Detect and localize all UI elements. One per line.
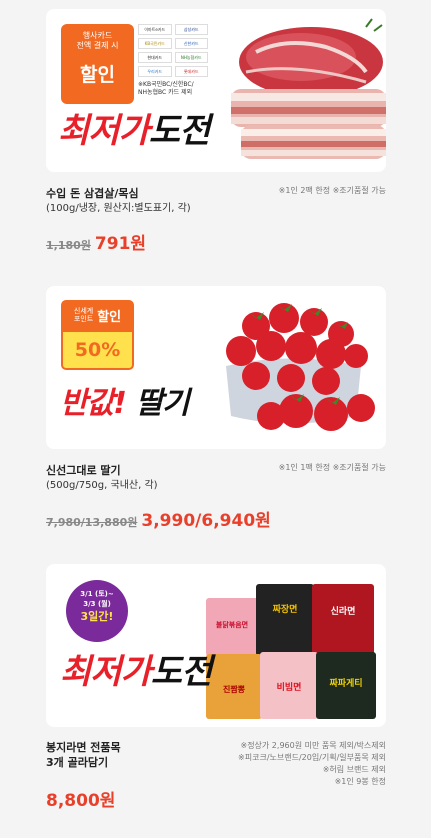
promo-banner-ramen: 3/1 (토)~ 3/3 (월) 3일간! 불닭볶음면 짜장면 신라면 진짬뽕 … bbox=[46, 564, 386, 727]
promo-headline: 최저가도전 bbox=[58, 111, 211, 151]
card-logo: 삼성카드 bbox=[174, 24, 208, 35]
headline-red-text: 반값! bbox=[60, 386, 127, 421]
percent-text: 50% bbox=[74, 339, 121, 361]
headline-black-text: 딸기 bbox=[135, 386, 189, 421]
card-logo: KB국민카드 bbox=[138, 38, 172, 49]
note-line: ※피코크/노브랜드/20입/기획/일부품목 제외 bbox=[238, 753, 386, 762]
date-badge: 3/1 (토)~ 3/3 (월) 3일간! bbox=[66, 580, 128, 642]
card-logo: 현대카드 bbox=[138, 52, 172, 63]
note-line: ※정상가 2,960원 미만 품목 제외/박스제외 bbox=[240, 741, 386, 750]
note-line: ※허림 브랜드 제외 bbox=[322, 765, 386, 774]
strawberry-image bbox=[226, 303, 375, 431]
promo-card-ramen[interactable]: 3/1 (토)~ 3/3 (월) 3일간! 불닭볶음면 짜장면 신라면 진짬뽕 … bbox=[46, 564, 386, 819]
purchase-limit-note: ※1인 1팩 한정 ※조기품절 가능 bbox=[278, 463, 386, 472]
ramen-pack: 짜장면 bbox=[256, 584, 314, 656]
purchase-limit-note: ※1인 2팩 한정 ※조기품절 가능 bbox=[278, 186, 386, 195]
card-logo: 이마트e카드 bbox=[138, 24, 172, 35]
card-discount-badge: 행사카드 전액 결제 시 할인 bbox=[61, 24, 134, 104]
price-row: 8,800원 bbox=[46, 786, 115, 811]
date-duration: 3일간! bbox=[80, 610, 114, 623]
card-exclusion-note: ※KB국민BC/신한BC/ NH농협BC 카드 제외 bbox=[138, 81, 194, 96]
promo-headline: 최저가도전 bbox=[60, 652, 213, 692]
ramen-pack: 진짬뽕 bbox=[206, 654, 262, 719]
headline-red-text: 최저가 bbox=[60, 652, 152, 692]
promo-headline: 반값! 딸기 bbox=[60, 384, 190, 424]
promo-page: 행사카드 전액 결제 시 할인 이마트e카드 삼성카드 KB국민카드 신한카드 … bbox=[0, 0, 431, 838]
badge-main-text: 할인 bbox=[97, 309, 122, 325]
original-price: 1,180원 bbox=[46, 239, 91, 252]
promo-card-strawberry[interactable]: 신세계 포인트 할인 50% 반값! 딸기 신선그대로 딸기 (500g/750… bbox=[46, 286, 386, 536]
ramen-pack: 비빔면 bbox=[260, 652, 318, 719]
badge-main-text: 할인 bbox=[80, 64, 115, 86]
point-discount-badge: 신세계 포인트 할인 bbox=[61, 300, 134, 330]
sale-price: 8,800원 bbox=[46, 791, 116, 811]
original-price: 7,980/13,880원 bbox=[46, 516, 138, 529]
ramen-pack: 불닭볶음면 bbox=[206, 598, 258, 656]
ramen-packs-image: 불닭볶음면 짜장면 신라면 진짬뽕 비빔면 짜파게티 bbox=[206, 584, 381, 719]
price-row: 1,180원 791원 bbox=[46, 229, 146, 254]
promo-banner-pork: 행사카드 전액 결제 시 할인 이마트e카드 삼성카드 KB국민카드 신한카드 … bbox=[46, 9, 386, 172]
pork-belly-image bbox=[231, 18, 386, 159]
promo-banner-strawberry: 신세계 포인트 할인 50% 반값! 딸기 bbox=[46, 286, 386, 449]
badge-top-text: 신세계 포인트 bbox=[73, 307, 94, 323]
promo-card-pork[interactable]: 행사카드 전액 결제 시 할인 이마트e카드 삼성카드 KB국민카드 신한카드 … bbox=[46, 9, 386, 259]
date-end: 3/3 (월) bbox=[83, 600, 111, 608]
headline-red-text: 최저가 bbox=[58, 111, 150, 151]
sale-price: 3,990/6,940원 bbox=[141, 511, 271, 531]
price-row: 7,980/13,880원 3,990/6,940원 bbox=[46, 506, 271, 531]
ramen-pack: 짜파게티 bbox=[316, 652, 376, 719]
badge-top-text: 행사카드 전액 결제 시 bbox=[76, 31, 119, 50]
card-logo: 우리카드 bbox=[138, 66, 172, 77]
ramen-pack: 신라면 bbox=[312, 584, 374, 656]
percent-badge: 50% bbox=[61, 330, 134, 370]
product-spec: (500g/750g, 국내산, 각) bbox=[46, 480, 158, 491]
headline-black-text: 도전 bbox=[148, 111, 211, 151]
card-logo-grid: 이마트e카드 삼성카드 KB국민카드 신한카드 현대카드 NH농협카드 우리카드… bbox=[138, 24, 208, 77]
sale-price: 791원 bbox=[94, 234, 147, 254]
date-start: 3/1 (토)~ bbox=[80, 590, 114, 598]
card-logo: 신한카드 bbox=[174, 38, 208, 49]
exclusion-notes: ※정상가 2,960원 미만 품목 제외/박스제외 ※피코크/노브랜드/20입/… bbox=[238, 740, 386, 788]
card-logo: NH농협카드 bbox=[174, 52, 208, 63]
headline-black-text: 도전 bbox=[150, 652, 213, 692]
note-line: ※1인 9봉 한정 bbox=[334, 777, 386, 786]
product-spec: (100g/냉장, 원산지:별도표기, 각) bbox=[46, 203, 191, 214]
card-logo: 롯데카드 bbox=[174, 66, 208, 77]
